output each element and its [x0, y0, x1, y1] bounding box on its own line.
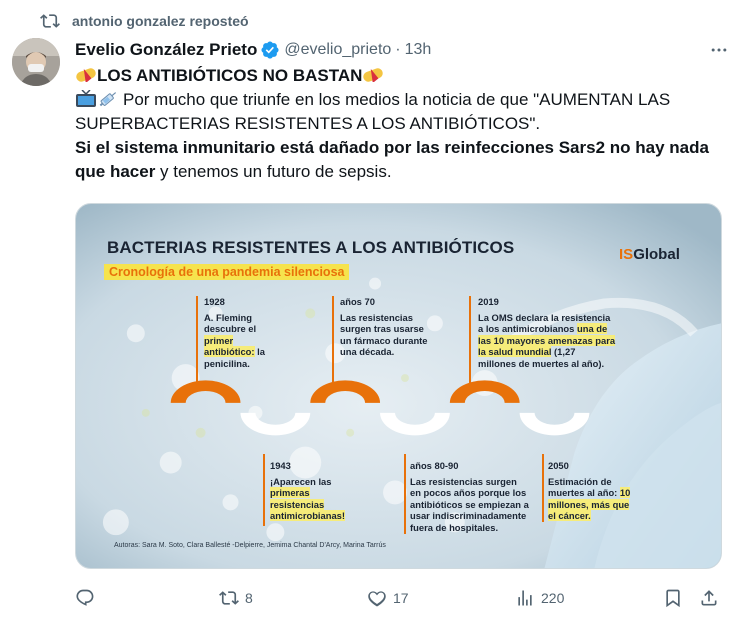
like-count: 17 [393, 590, 409, 606]
timeline-connector [196, 296, 198, 386]
reply-icon [76, 589, 94, 606]
timeline-event: años 70 Las resistencias surgen tras usa… [340, 296, 428, 357]
timeline-event: 1928 A. Fleming descubre el primer antib… [204, 296, 265, 369]
bookmark-icon [666, 589, 680, 608]
tail-sentence: y tenemos un futuro de sepsis. [155, 162, 392, 181]
pill-emoji-icon [363, 68, 384, 82]
repost-icon [40, 11, 62, 31]
like-button[interactable]: 17 [367, 584, 409, 612]
tweet-header: Evelio González Prieto @evelio_prieto · … [75, 38, 730, 62]
timeline-event: 2050 Estimación de muertes al año: 10 mi… [548, 460, 631, 521]
reply-button[interactable] [75, 584, 95, 612]
tweet-actions: 8 17 220 [75, 584, 725, 614]
pill-emoji-icon [76, 68, 96, 82]
infographic-subtitle: Cronología de una pandemia silenciosa [104, 264, 350, 280]
views-icon [518, 590, 532, 606]
tweet-headline: LOS ANTIBIÓTICOS NO BASTAN [75, 64, 725, 88]
views-button[interactable]: 220 [515, 584, 564, 612]
syringe-emoji-icon [99, 92, 117, 107]
separator-dot: · [395, 41, 401, 58]
infographic-title: BACTERIAS RESISTENTES A LOS ANTIBIÓTICOS [107, 238, 515, 257]
share-button[interactable] [699, 584, 719, 612]
timeline-event: 2019 La OMS declara la resistencia a los… [478, 296, 616, 369]
tweet-text: LOS ANTIBIÓTICOS NO BASTAN Por mucho que… [75, 64, 725, 184]
avatar[interactable] [12, 38, 60, 86]
repost-label: antonio gonzalez reposteó [72, 13, 249, 29]
heart-icon [368, 591, 386, 607]
repost-button[interactable]: 8 [219, 584, 253, 612]
tweet-media-image[interactable]: BACTERIAS RESISTENTES A LOS ANTIBIÓTICOS… [75, 203, 722, 569]
timeline-connector [332, 296, 334, 386]
tv-emoji-icon [76, 90, 96, 107]
infographic-credits: Autoras: Sara M. Soto, Clara Ballesté -D… [114, 542, 386, 549]
repost-icon [219, 591, 239, 605]
share-icon [701, 590, 717, 606]
timeline-connector [404, 454, 406, 534]
more-options-icon[interactable] [708, 39, 730, 61]
bookmark-button[interactable] [663, 584, 683, 612]
tweet-paragraph: Por mucho que triunfe en los medios la n… [75, 88, 725, 136]
verified-badge-icon [260, 40, 280, 60]
timeline-event: 1943 ¡Aparecen las primeras resistencias… [270, 460, 346, 521]
author-handle[interactable]: @evelio_prieto [284, 41, 391, 59]
author-name[interactable]: Evelio González Prieto [75, 40, 257, 60]
repost-indicator[interactable]: antonio gonzalez reposteó [40, 10, 249, 32]
timeline-connector [469, 296, 471, 386]
timestamp[interactable]: 13h [405, 41, 432, 59]
headline-text: LOS ANTIBIÓTICOS NO BASTAN [97, 66, 363, 85]
isglobal-logo: ISGlobal [619, 246, 680, 263]
timeline-connector [542, 454, 544, 522]
tweet-closing: Si el sistema inmunitario está dañado po… [75, 136, 725, 184]
timeline-event: años 80-90 Las resistencias surgen en po… [410, 460, 529, 533]
views-count: 220 [541, 590, 565, 606]
timeline-connector [263, 454, 265, 526]
paragraph-text: Por mucho que triunfe en los medios la n… [75, 90, 671, 133]
repost-count: 8 [245, 590, 253, 606]
